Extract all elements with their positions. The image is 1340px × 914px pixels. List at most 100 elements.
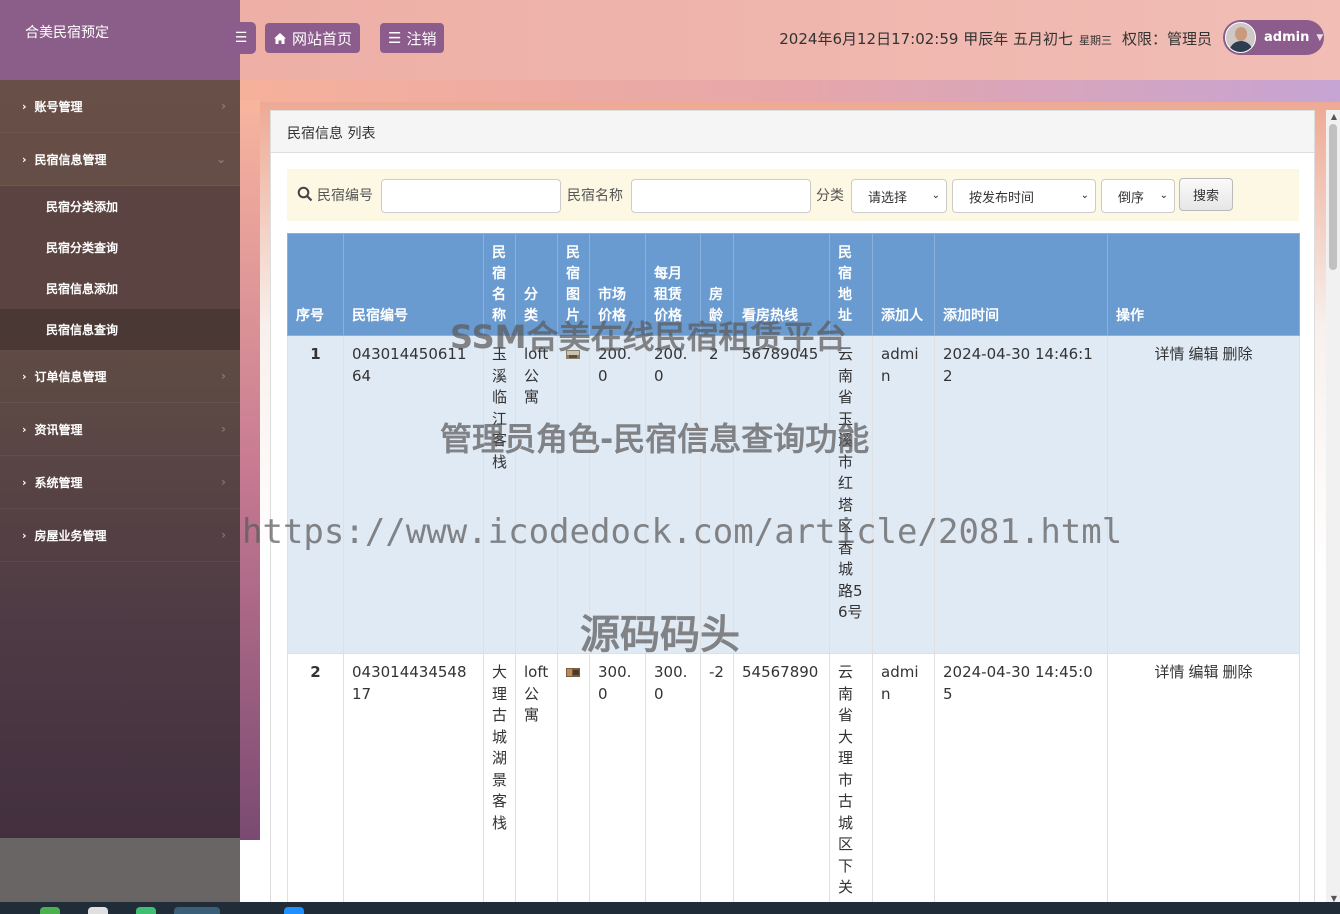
cell-ops: 详情 编辑 删除 [1107, 335, 1300, 654]
cell-no: 2 [287, 653, 344, 914]
homestay-thumbnail-image[interactable] [566, 668, 580, 677]
sidebar-item-housing[interactable]: › 房屋业务管理 › [0, 509, 240, 562]
detail-link[interactable]: 详情 [1154, 345, 1184, 363]
role-text: 权限：管理员 [1121, 30, 1212, 48]
sidebar-item-account[interactable]: › 账号管理 › [0, 80, 240, 133]
browser-icon[interactable] [40, 907, 60, 914]
cell-age: 2 [700, 335, 734, 654]
search-button[interactable]: 搜索 [1179, 178, 1233, 211]
taskbar [0, 902, 1340, 914]
content-gradient-band [240, 80, 1340, 102]
name-label: 民宿名称 [567, 188, 623, 204]
col-header: 序号 [287, 233, 344, 336]
delete-link[interactable]: 删除 [1223, 345, 1253, 363]
sidebar-submenu: 民宿分类添加 民宿分类查询 民宿信息添加 民宿信息查询 [0, 186, 240, 350]
col-header: 添加人 [872, 233, 935, 336]
user-menu[interactable]: admin ▼ [1223, 20, 1324, 55]
detail-link[interactable]: 详情 [1154, 663, 1184, 681]
sidebar-item-label: 账号管理 [34, 99, 83, 114]
cell-name: 玉溪临江客栈 [483, 335, 516, 654]
home-icon [274, 32, 286, 44]
sidebar-item-news[interactable]: › 资讯管理 › [0, 403, 240, 456]
sidebar-item-orders[interactable]: › 订单信息管理 › [0, 350, 240, 403]
col-header: 分类 [515, 233, 558, 336]
cell-address: 云南省大理市古城区下关 [829, 653, 873, 914]
col-header: 民宿编号 [343, 233, 484, 336]
cell-hotline: 54567890 [733, 653, 830, 914]
arrow-right-icon: › [221, 99, 226, 113]
cell-code: 04301445061164 [343, 335, 484, 654]
caret-down-icon: ▼ [1316, 32, 1324, 43]
sidebar-item-label: 民宿信息管理 [34, 152, 107, 167]
sidebar-subitem-category-add[interactable]: 民宿分类添加 [0, 186, 240, 227]
list-panel: 民宿信息 列表 民宿编号 民宿名称 分类 请选择 ⌄ 按发布时间 ⌄ 倒序 ⌄ … [270, 110, 1315, 914]
sidebar-subitem-category-query[interactable]: 民宿分类查询 [0, 227, 240, 268]
chevron-right-icon: › [22, 422, 27, 436]
cell-monthly-price: 200.0 [645, 335, 701, 654]
chevron-down-icon: ⌄ [1080, 190, 1089, 201]
active-app-icon[interactable] [174, 907, 220, 914]
panel-title: 民宿信息 列表 [271, 111, 1314, 153]
edit-link[interactable]: 编辑 [1188, 663, 1218, 681]
chat-icon[interactable] [136, 907, 156, 914]
chevron-right-icon: › [22, 528, 27, 542]
cell-monthly-price: 300.0 [645, 653, 701, 914]
arrow-right-icon: › [221, 422, 226, 436]
category-select[interactable]: 请选择 ⌄ [851, 179, 947, 213]
cell-image[interactable] [557, 653, 590, 914]
menu-toggle-button[interactable]: ☰ [226, 22, 256, 54]
table-row: 2 04301443454817 大理古城湖景客栈 loft公寓 300.0 3… [287, 653, 1300, 914]
sidebar-item-system[interactable]: › 系统管理 › [0, 456, 240, 509]
avatar [1225, 22, 1256, 53]
col-header: 民宿地址 [829, 233, 873, 336]
editor-icon[interactable] [284, 907, 304, 914]
col-header: 市场价格 [589, 233, 646, 336]
cell-name: 大理古城湖景客栈 [483, 653, 516, 914]
cell-market-price: 200.0 [589, 335, 646, 654]
username: admin [1264, 30, 1310, 45]
category-select-value: 请选择 [868, 190, 908, 206]
order-select[interactable]: 倒序 ⌄ [1101, 179, 1175, 213]
list-icon: ☰ [388, 29, 402, 47]
sidebar-subitem-info-add[interactable]: 民宿信息添加 [0, 268, 240, 309]
home-button[interactable]: 网站首页 [265, 23, 361, 53]
brand-title: 合美民宿预定 [0, 0, 240, 80]
sidebar-item-label: 订单信息管理 [34, 369, 107, 384]
sidebar-footer [0, 838, 240, 902]
sidebar-item-homestay[interactable]: › 民宿信息管理 ⌄ [0, 133, 240, 186]
edit-link[interactable]: 编辑 [1188, 345, 1218, 363]
topbar: ☰ 网站首页 ☰ 注销 2024年6月12日17:02:59 甲辰年 五月初七 … [226, 0, 1340, 80]
cell-added-by: admin [872, 653, 935, 914]
app-icon[interactable] [88, 907, 108, 914]
sidebar-item-label: 资讯管理 [34, 422, 83, 437]
content-left-strip [240, 100, 260, 840]
sidebar-item-label: 系统管理 [34, 475, 83, 490]
cell-code: 04301443454817 [343, 653, 484, 914]
col-header: 看房热线 [733, 233, 830, 336]
sort-select[interactable]: 按发布时间 ⌄ [952, 179, 1096, 213]
weekday-text: 星期三 [1078, 34, 1112, 47]
logout-button[interactable]: ☰ 注销 [380, 23, 445, 53]
code-input[interactable] [381, 179, 561, 213]
cell-market-price: 300.0 [589, 653, 646, 914]
cell-age: -2 [700, 653, 734, 914]
col-header: 民宿名称 [483, 233, 516, 336]
sidebar: 合美民宿预定 › 账号管理 › › 民宿信息管理 ⌄ 民宿分类添加 民宿分类查询… [0, 0, 240, 838]
cell-ops: 详情 编辑 删除 [1107, 653, 1300, 914]
cell-image[interactable] [557, 335, 590, 654]
table-header-row: 序号 民宿编号 民宿名称 分类 民宿图片 市场价格 每月租赁价格 房龄 看房热线… [287, 233, 1300, 336]
table-row: 1 04301445061164 玉溪临江客栈 loft公寓 200.0 200… [287, 335, 1300, 654]
arrow-right-icon: › [221, 528, 226, 542]
search-icon [297, 186, 313, 202]
scrollbar-thumb[interactable] [1329, 124, 1337, 270]
homestay-thumbnail-image[interactable] [566, 350, 580, 359]
chevron-down-icon: ⌄ [1159, 190, 1168, 201]
sidebar-subitem-info-query[interactable]: 民宿信息查询 [0, 309, 240, 350]
col-header: 添加时间 [934, 233, 1108, 336]
scroll-up-icon[interactable]: ▲ [1331, 112, 1337, 121]
name-input[interactable] [631, 179, 811, 213]
delete-link[interactable]: 删除 [1223, 663, 1253, 681]
arrow-right-icon: › [221, 475, 226, 489]
cell-no: 1 [287, 335, 344, 654]
category-label: 分类 [816, 188, 844, 204]
